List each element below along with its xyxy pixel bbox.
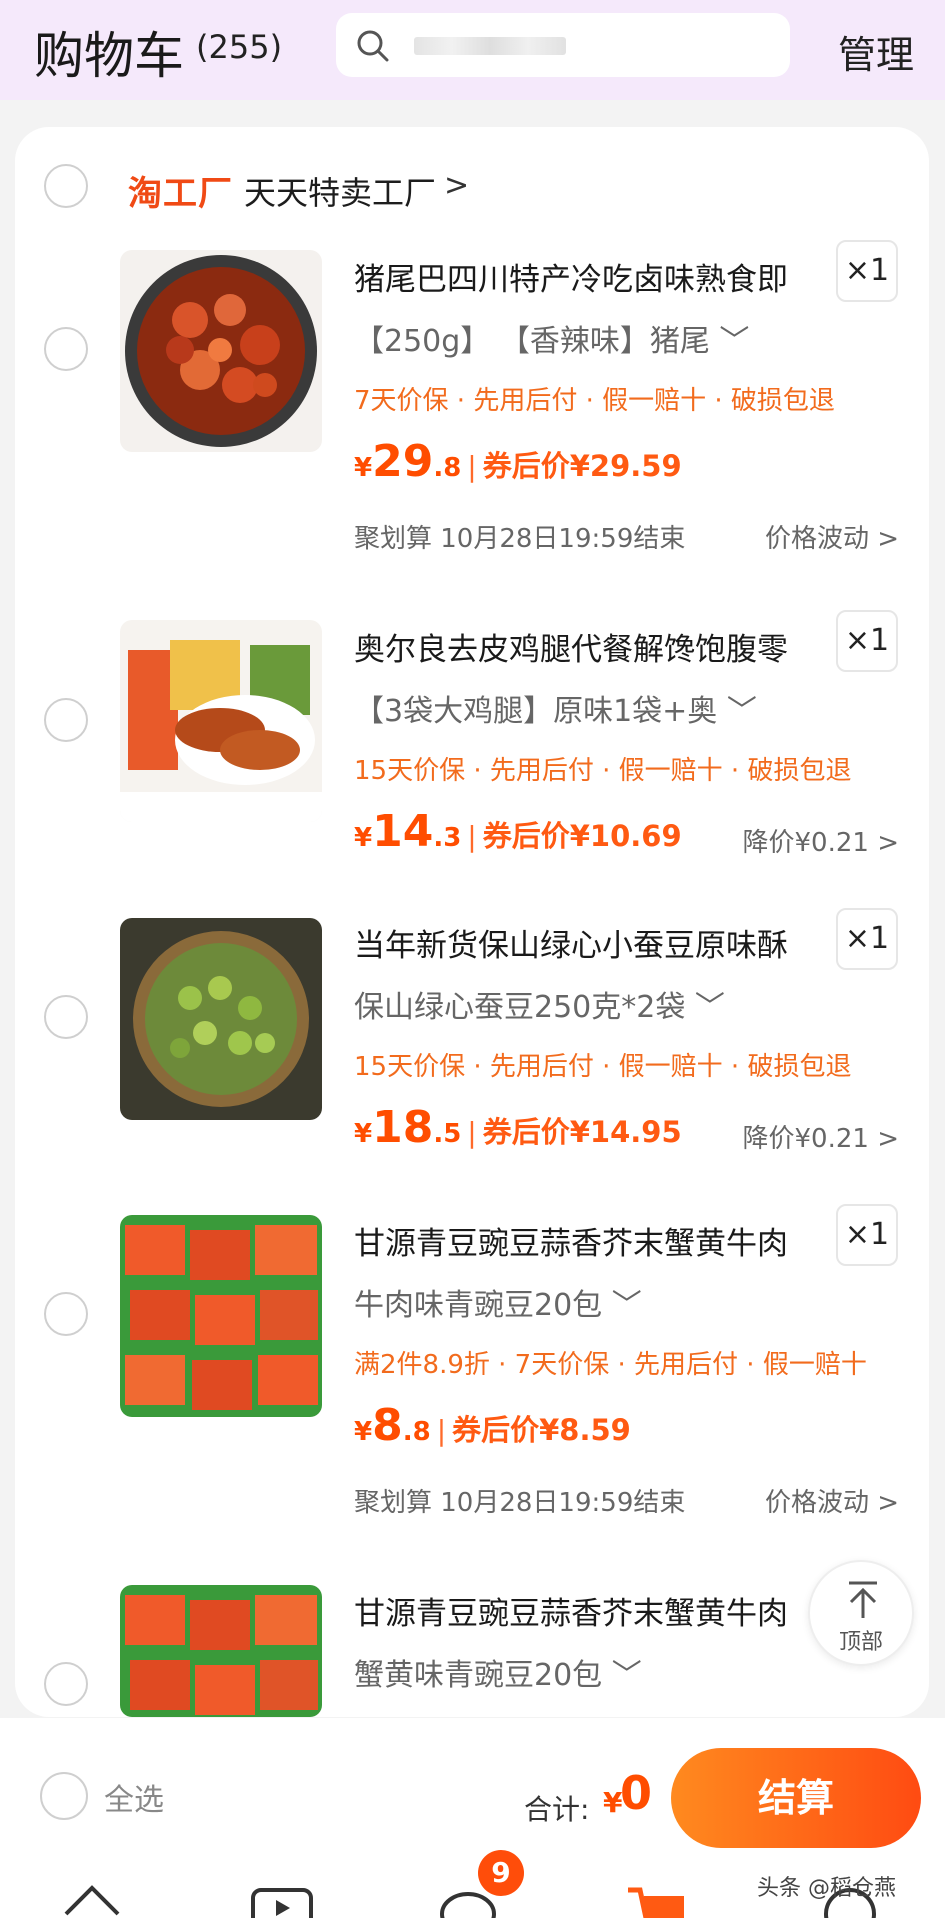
sku-selector[interactable]: 保山绿心蚕豆250克*2袋 ﹀ — [354, 982, 725, 1026]
price: ¥14.3 | 券后价¥10.69 — [354, 806, 682, 857]
product-title[interactable]: 甘源青豆豌豆蒜香芥末蟹黄牛肉 — [354, 1218, 788, 1263]
product-title[interactable]: 猪尾巴四川特产冷吃卤味熟食即 — [354, 254, 788, 299]
shop-logo: 淘工厂 — [128, 174, 233, 214]
product-thumbnail[interactable] — [120, 1215, 322, 1417]
video-icon[interactable] — [250, 1884, 314, 1918]
chevron-right-icon: > — [444, 168, 470, 203]
price-note-link[interactable]: 价格波动 > — [765, 518, 899, 555]
message-badge: 9 — [478, 1850, 524, 1896]
promo-text: 聚划算 10月28日19:59结束 — [354, 524, 686, 554]
service-tags: 15天价保 · 先用后付 · 假一赔十 · 破损包退 — [354, 1052, 852, 1082]
header-bar: 购物车 (255) 管理 — [0, 0, 945, 100]
select-all-radio[interactable] — [40, 1772, 88, 1820]
sku-selector[interactable]: 蟹黄味青豌豆20包 ﹀ — [354, 1650, 642, 1694]
price-drop-link[interactable]: 降价¥0.21 > — [743, 1118, 899, 1155]
sku-selector[interactable]: 【3袋大鸡腿】原味1袋+奥 ﹀ — [354, 686, 757, 730]
cart-count: (255) — [196, 28, 283, 66]
price: ¥8.8 | 券后价¥8.59 — [354, 1400, 631, 1451]
arrow-up-icon — [849, 1581, 877, 1618]
product-thumbnail[interactable] — [120, 250, 322, 452]
search-icon — [357, 30, 389, 62]
service-tags: 满2件8.9折 · 7天价保 · 先用后付 · 假一赔十 — [354, 1350, 867, 1380]
page-title: 购物车 — [34, 27, 184, 85]
quantity-button[interactable]: ×1 — [836, 240, 898, 302]
item-select-radio[interactable] — [44, 698, 88, 742]
item-select-radio[interactable] — [44, 1662, 88, 1706]
select-all-label[interactable]: 全选 — [104, 1775, 164, 1819]
quantity-button[interactable]: ×1 — [836, 1204, 898, 1266]
shop-name-link[interactable]: 天天特卖工厂 — [244, 168, 436, 214]
price-drop-link[interactable]: 降价¥0.21 > — [743, 822, 899, 859]
total-amount: 0 — [620, 1766, 653, 1820]
price-note-link[interactable]: 价格波动 > — [765, 1482, 899, 1519]
quantity-button[interactable]: ×1 — [836, 908, 898, 970]
promo-text: 聚划算 10月28日19:59结束 — [354, 1488, 686, 1518]
search-placeholder-blurred — [414, 37, 566, 55]
shop-select-radio[interactable] — [44, 164, 88, 208]
manage-button[interactable]: 管理 — [838, 24, 914, 79]
product-thumbnail[interactable] — [120, 1585, 322, 1717]
item-select-radio[interactable] — [44, 327, 88, 371]
sku-selector[interactable]: 【250g】 【香辣味】猪尾 ﹀ — [354, 316, 749, 360]
total-label: 合计: — [524, 1793, 590, 1826]
watermark: 头条 @稻仓燕 — [757, 1876, 896, 1901]
service-tags: 7天价保 · 先用后付 · 假一赔十 · 破损包退 — [354, 386, 835, 416]
checkout-button[interactable]: 结算 — [671, 1748, 921, 1848]
back-to-top-label: 顶部 — [838, 1630, 883, 1655]
back-to-top-button[interactable]: 顶部 — [808, 1560, 914, 1666]
home-icon[interactable] — [62, 1884, 122, 1918]
item-select-radio[interactable] — [44, 1292, 88, 1336]
search-input[interactable] — [336, 13, 790, 77]
product-title[interactable]: 甘源青豆豌豆蒜香芥末蟹黄牛肉 — [354, 1588, 788, 1633]
cart-icon[interactable] — [626, 1884, 690, 1918]
service-tags: 15天价保 · 先用后付 · 假一赔十 · 破损包退 — [354, 756, 852, 786]
checkout-bar: 全选 合计: ¥ 0 结算 — [0, 1718, 945, 1868]
product-title[interactable]: 当年新货保山绿心小蚕豆原味酥 — [354, 920, 788, 965]
item-select-radio[interactable] — [44, 995, 88, 1039]
quantity-button[interactable]: ×1 — [836, 610, 898, 672]
product-thumbnail[interactable] — [120, 918, 322, 1120]
price: ¥29.8 | 券后价¥29.59 — [354, 436, 682, 487]
product-thumbnail[interactable] — [120, 620, 322, 822]
price: ¥18.5 | 券后价¥14.95 — [354, 1102, 682, 1153]
sku-selector[interactable]: 牛肉味青豌豆20包 ﹀ — [354, 1280, 642, 1324]
product-title[interactable]: 奥尔良去皮鸡腿代餐解馋饱腹零 — [354, 624, 788, 669]
